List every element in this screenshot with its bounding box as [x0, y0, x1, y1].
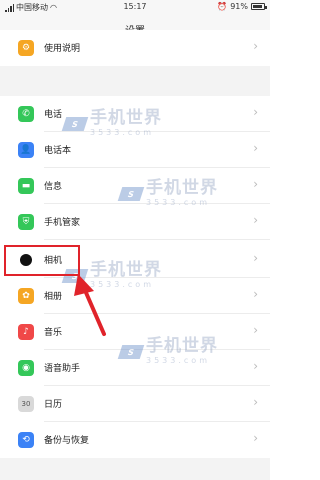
chevron-right-icon: ›: [253, 323, 258, 337]
divider: [44, 239, 270, 240]
settings-item-label: 日历: [44, 400, 63, 410]
chevron-right-icon: ›: [253, 39, 258, 53]
help-icon: ⚙: [18, 40, 34, 56]
chevron-right-icon: ›: [253, 287, 258, 301]
settings-item-label: 电话: [44, 110, 63, 120]
chevron-right-icon: ›: [253, 395, 258, 409]
settings-item-label: 相册: [44, 292, 63, 302]
music-icon: ♪: [18, 324, 34, 340]
message-icon: ▬: [18, 178, 34, 194]
backup-icon: ⟲: [18, 432, 34, 448]
alarm-icon: ⏰: [217, 2, 228, 11]
shield-icon: ⛨: [18, 214, 34, 230]
voice-assistant-icon: ◉: [18, 360, 34, 376]
battery-percent: 91%: [230, 2, 248, 11]
settings-item-label: 备份与恢复: [44, 436, 90, 446]
chevron-right-icon: ›: [253, 431, 258, 445]
settings-item-gallery[interactable]: ✿ 相册 ›: [0, 278, 270, 314]
status-bar: 中国移动 ◠ 15:17 ⏰ 91%: [0, 0, 270, 14]
settings-item-label: 手机管家: [44, 218, 81, 228]
chevron-right-icon: ›: [253, 141, 258, 155]
settings-item-label: 电话本: [44, 146, 72, 156]
settings-item-contacts[interactable]: 👤 电话本 ›: [0, 132, 270, 168]
settings-item-phone-manager[interactable]: ⛨ 手机管家 ›: [0, 204, 270, 240]
section-gap: [0, 66, 270, 96]
chevron-right-icon: ›: [253, 105, 258, 119]
settings-item-label: 音乐: [44, 328, 63, 338]
settings-item-music[interactable]: ♪ 音乐 ›: [0, 314, 270, 350]
settings-item-backup-restore[interactable]: ⟲ 备份与恢复 ›: [0, 422, 270, 458]
chevron-right-icon: ›: [253, 251, 258, 265]
settings-item-label: 信息: [44, 182, 63, 192]
section-gap: [0, 458, 270, 480]
calendar-icon: 30: [18, 396, 34, 412]
highlight-box: [4, 245, 80, 276]
settings-item-label: 语音助手: [44, 364, 81, 374]
settings-item-label: 使用说明: [44, 44, 81, 54]
settings-item-calendar[interactable]: 30 日历 ›: [0, 386, 270, 422]
settings-item-messages[interactable]: ▬ 信息 ›: [0, 168, 270, 204]
settings-item-voice-assistant[interactable]: ◉ 语音助手 ›: [0, 350, 270, 386]
status-right: ⏰ 91%: [217, 2, 267, 11]
battery-icon: [251, 3, 267, 10]
settings-item-user-guide[interactable]: ⚙ 使用说明 ›: [0, 30, 270, 66]
chevron-right-icon: ›: [253, 213, 258, 227]
chevron-right-icon: ›: [253, 359, 258, 373]
phone-icon: ✆: [18, 106, 34, 122]
gallery-icon: ✿: [18, 288, 34, 304]
settings-item-phone[interactable]: ✆ 电话 ›: [0, 96, 270, 132]
contacts-icon: 👤: [18, 142, 34, 158]
chevron-right-icon: ›: [253, 177, 258, 191]
